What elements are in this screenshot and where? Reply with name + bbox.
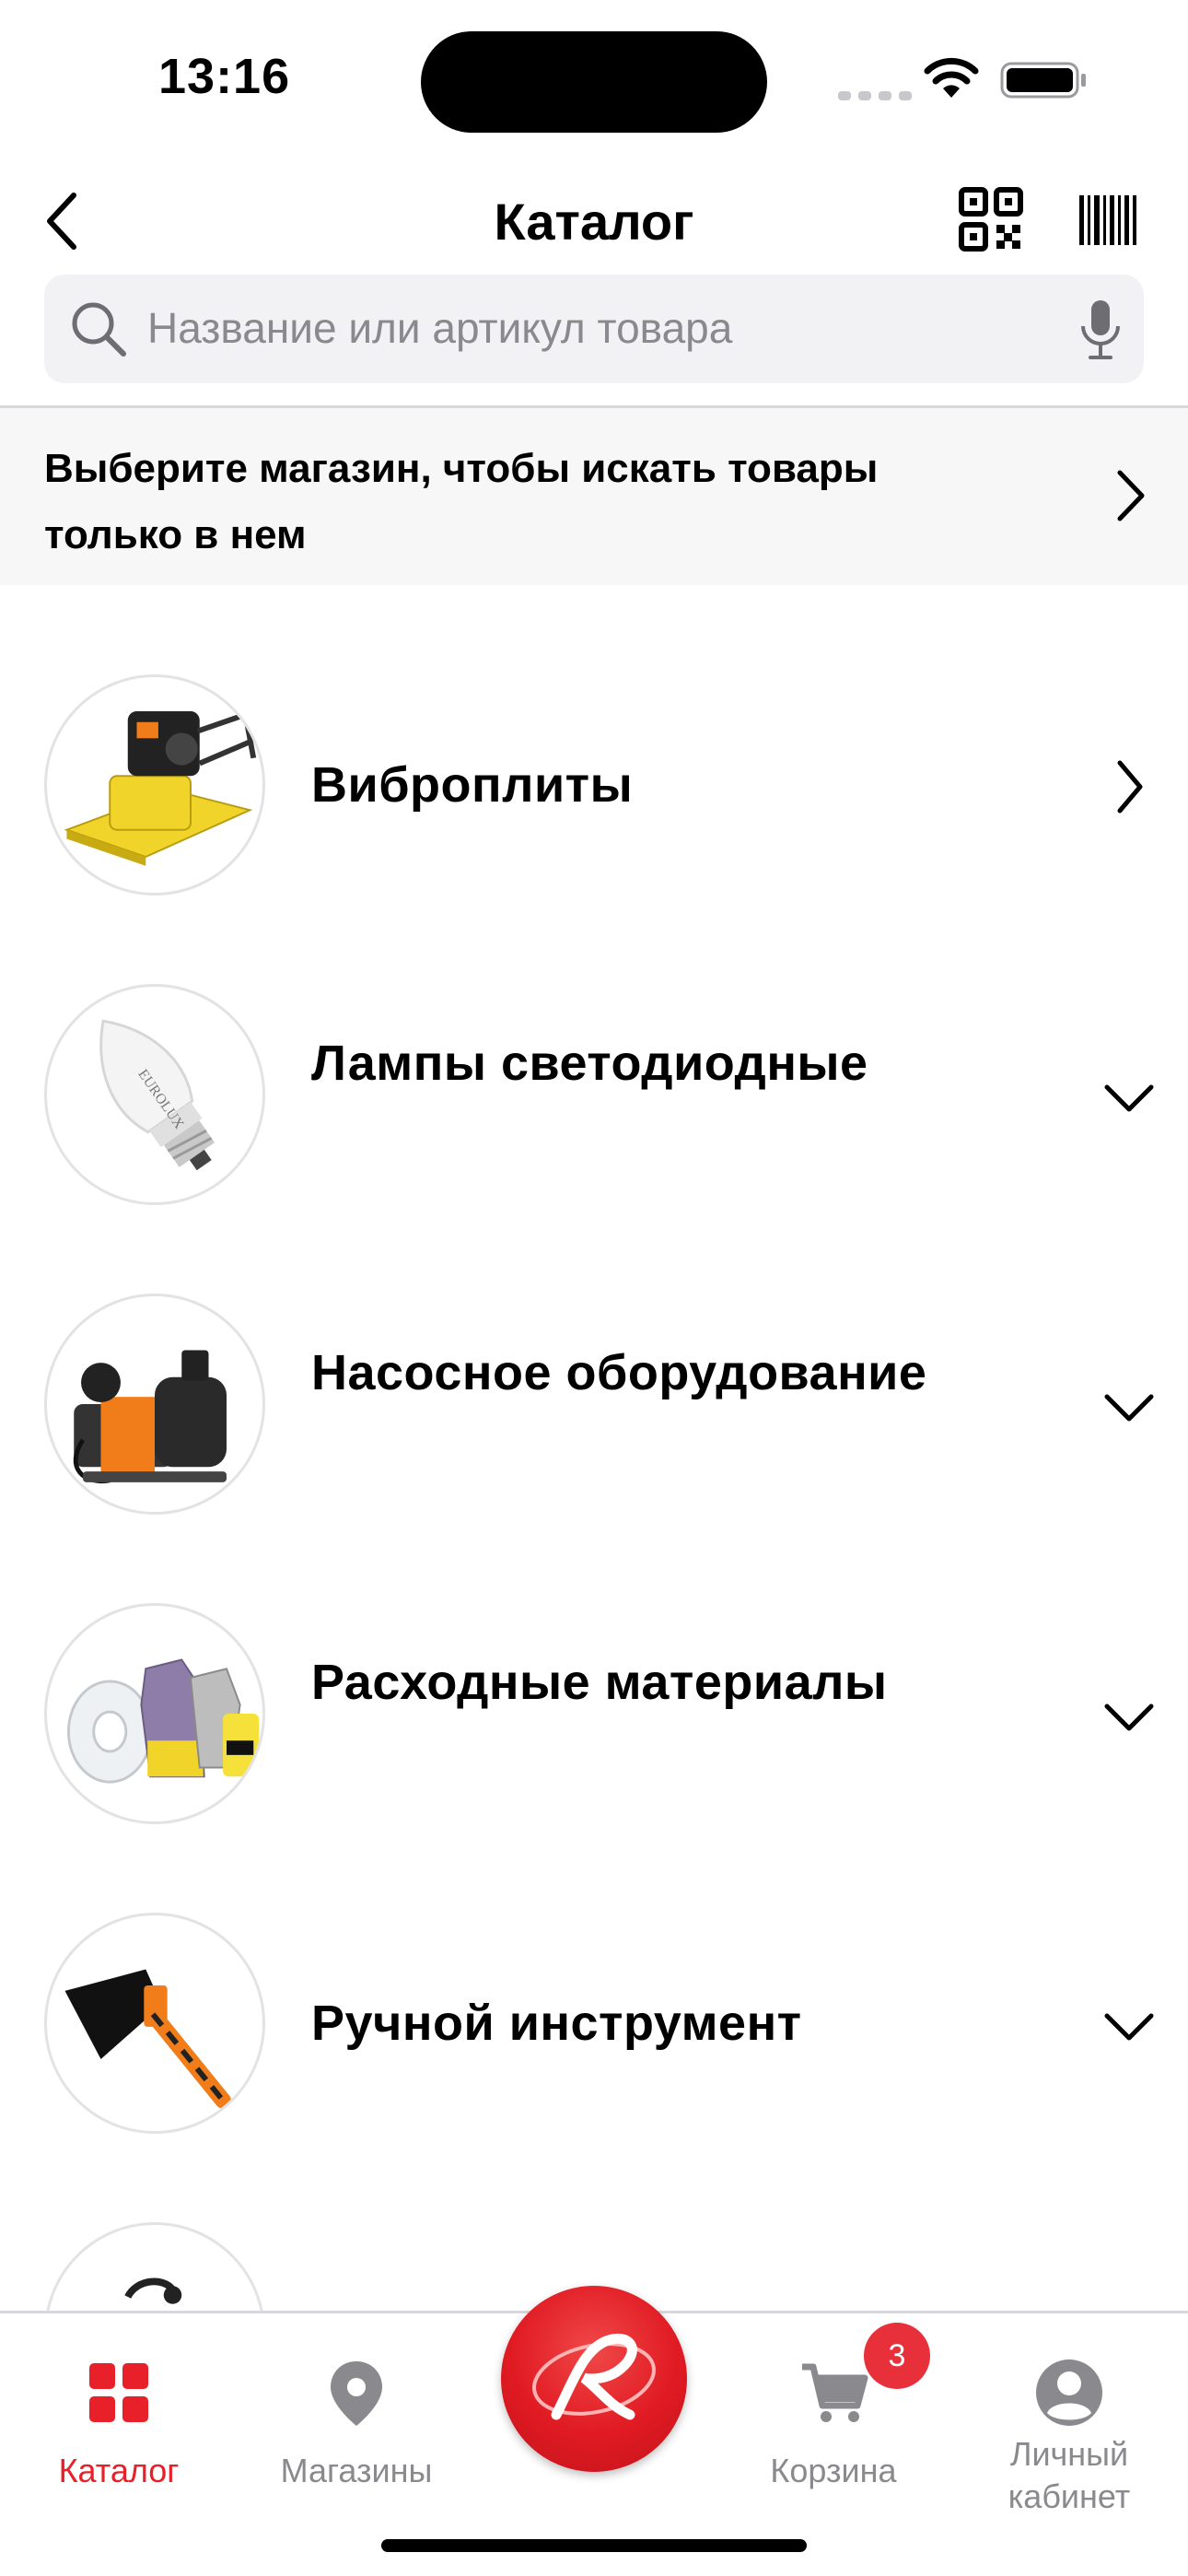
- status-time: 13:16: [158, 49, 291, 104]
- partial-item-thumbnail: [44, 2222, 265, 2311]
- dynamic-island: [421, 31, 767, 133]
- chevron-down-icon: [1104, 1084, 1154, 1112]
- nav-header: Каталог: [0, 166, 1188, 276]
- cart-icon: [802, 2363, 868, 2422]
- store-selection-banner[interactable]: Выберите магазин, чтобы искать товары то…: [0, 408, 1188, 585]
- axe-thumbnail: [44, 1913, 265, 2134]
- catalog-item-label: Насосное оборудование: [311, 1345, 927, 1400]
- chevron-right-icon: [1117, 760, 1143, 814]
- chevron-down-icon: [1104, 1394, 1154, 1422]
- profile-icon: [1036, 2359, 1102, 2426]
- microphone-icon[interactable]: [1077, 297, 1124, 363]
- tab-stores[interactable]: Магазины: [250, 2313, 462, 2525]
- search-icon: [72, 302, 126, 357]
- chevron-down-icon: [1104, 2013, 1154, 2041]
- brand-logo-icon: [532, 2333, 656, 2420]
- search-box[interactable]: [44, 275, 1144, 383]
- status-icons: [838, 55, 1089, 101]
- water-pump-thumbnail: [44, 1294, 265, 1515]
- map-pin-icon: [331, 2361, 382, 2426]
- tab-label: Магазины: [280, 2452, 433, 2489]
- catalog-item-hand-tools[interactable]: Ручной инструмент: [0, 1883, 1188, 2193]
- catalog-item-label: Виброплиты: [311, 757, 634, 813]
- cart-count-badge: 3: [864, 2323, 930, 2389]
- tab-cart[interactable]: 3 Корзина: [728, 2313, 939, 2525]
- search-input[interactable]: [147, 300, 1050, 356]
- battery-icon: [1000, 62, 1086, 99]
- catalog-item-pump-equipment[interactable]: Насосное оборудование: [0, 1264, 1188, 1574]
- catalog-item-label: Лампы светодиодные: [311, 1036, 868, 1091]
- catalog-item-vibratory-plates[interactable]: Виброплиты: [0, 645, 1188, 954]
- tab-label: Личный кабинет: [1007, 2435, 1131, 2515]
- catalog-item-led-lamps[interactable]: EUROLUX Лампы светодиодные: [0, 954, 1188, 1264]
- tab-label: Корзина: [770, 2452, 897, 2489]
- vibratory-plate-thumbnail: [44, 674, 265, 896]
- catalog-item-label: Расходные материалы: [311, 1655, 888, 1710]
- tab-label: Каталог: [58, 2452, 180, 2489]
- consumables-thumbnail: [44, 1603, 265, 1824]
- wifi-icon: [924, 57, 979, 98]
- led-bulb-thumbnail: EUROLUX: [44, 984, 265, 1205]
- grid-icon: [89, 2363, 148, 2422]
- chevron-down-icon: [1104, 1704, 1154, 1731]
- chevron-right-icon: [1117, 470, 1145, 521]
- barcode-icon[interactable]: [1077, 190, 1138, 251]
- store-banner-text: Выберите магазин, чтобы искать товары то…: [44, 446, 879, 557]
- home-indicator: [381, 2539, 807, 2552]
- catalog-item-label: Ручной инструмент: [311, 1996, 802, 2051]
- status-bar: 13:16: [0, 0, 1188, 157]
- tab-catalog[interactable]: Каталог: [13, 2313, 225, 2525]
- catalog-item-consumables[interactable]: Расходные материалы: [0, 1574, 1188, 1883]
- catalog-list: Виброплиты EUROLUX Лампы светодиодные На…: [0, 645, 1188, 2311]
- qr-code-icon[interactable]: [958, 186, 1024, 252]
- brand-logo-button[interactable]: [501, 2286, 687, 2472]
- cellular-signal-icon: [838, 88, 919, 105]
- tab-profile[interactable]: Личный кабинет: [963, 2313, 1175, 2525]
- tab-bar: Каталог Магазины 3 Корзина Личный кабине…: [0, 2286, 1188, 2576]
